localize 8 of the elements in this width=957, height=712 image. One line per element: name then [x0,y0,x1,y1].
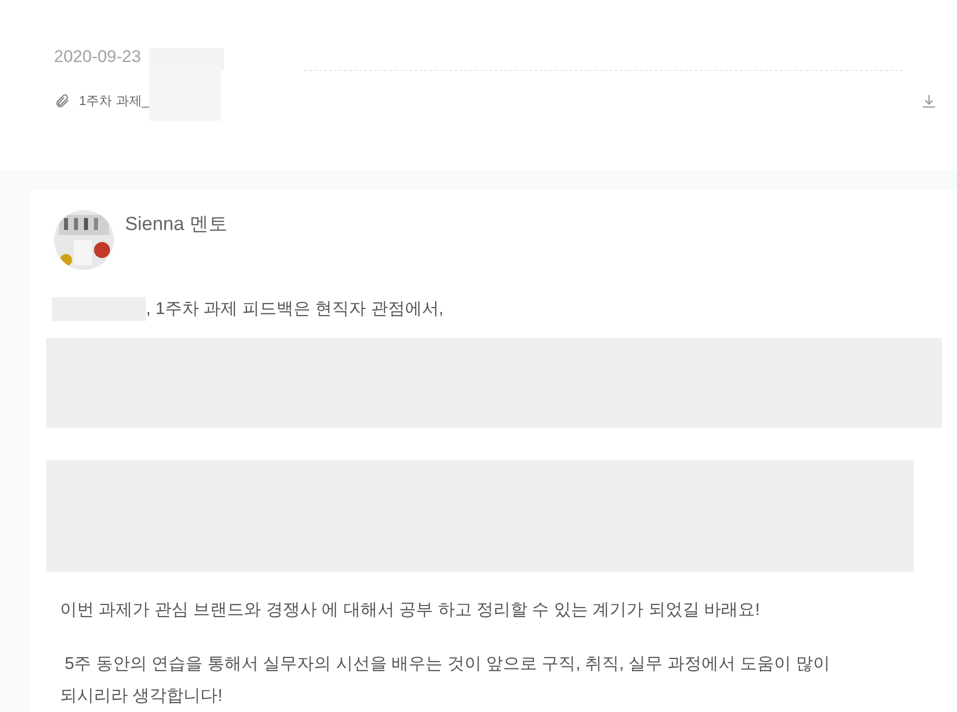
comment-paragraph: 이번 과제가 관심 브랜드와 경쟁사 에 대해서 공부 하고 정리할 수 있는 계기가 되었길 바래요! [60,598,761,620]
post-date: 2020-09-23 [54,46,141,68]
paperclip-icon [54,92,70,108]
download-icon[interactable] [921,92,937,108]
comment-paragraph: 5주 동안의 연습을 통해서 실무자의 시선을 배우는 것이 앞으로 구직, 취직, 실무 과정에서 도움이 많이 되시리라 생각합니다! [60,652,831,706]
author-name: Sienna 멘토 [125,213,228,237]
greeting-text: , 1주차 과제 피드백은 현직자 관점에서, [146,298,444,320]
attachment-link[interactable]: 1주차 과제_ [79,90,150,110]
